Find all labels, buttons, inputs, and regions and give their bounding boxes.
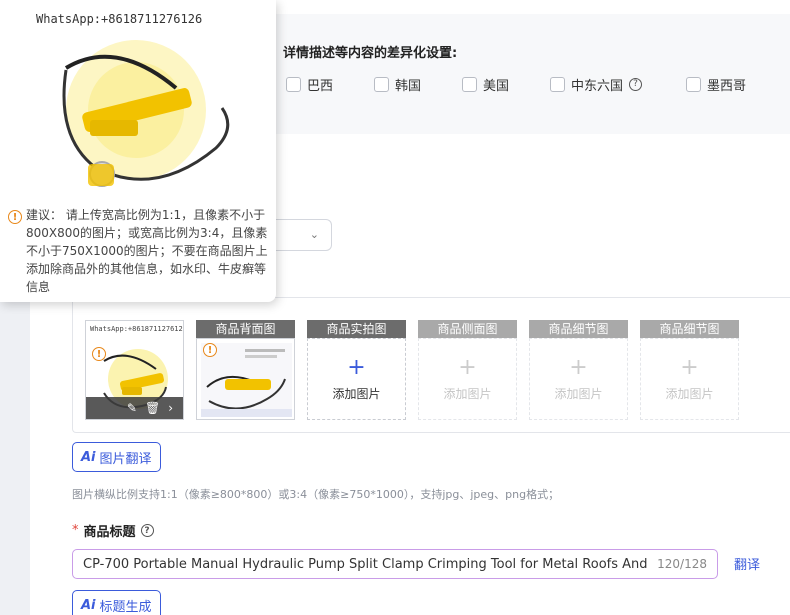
region-option-label: 韩国	[395, 78, 422, 94]
slot-title: 商品实拍图	[307, 320, 406, 338]
slot-title: 商品背面图	[196, 320, 295, 338]
usa-checkbox[interactable]	[462, 76, 477, 92]
warning-icon: !	[8, 210, 22, 224]
region-option-brazil[interactable]: 巴西	[286, 74, 333, 94]
region-option-middle-east[interactable]: 中东六国 ?	[550, 74, 643, 94]
image-translate-button[interactable]: Ai 图片翻译	[72, 442, 161, 472]
region-option-label: 墨西哥	[707, 78, 747, 94]
image-slot-detail-2: 商品细节图 + 添加图片	[640, 320, 739, 420]
plus-icon: +	[680, 354, 699, 380]
tooltip-advice: 建议： 请上传宽高比例为1:1，且像素不小于800X800的图片；或宽高比例为3…	[26, 208, 268, 294]
add-image-label: 添加图片	[554, 386, 603, 401]
ai-icon: Ai	[81, 449, 96, 465]
slot-title: 商品细节图	[640, 320, 739, 338]
product-title-input[interactable]: CP-700 Portable Manual Hydraulic Pump Sp…	[72, 549, 718, 579]
image-preview-tooltip: WhatsApp:+8618711276126 ! 建议： 请上传宽高比例为1:…	[0, 0, 276, 302]
region-option-label: 美国	[483, 78, 510, 94]
char-count: 120/128	[657, 557, 707, 571]
add-image-label: 添加图片	[443, 386, 492, 401]
title-generate-label: 标题生成	[99, 599, 152, 615]
region-option-mexico[interactable]: 墨西哥	[686, 74, 746, 94]
main-image-thumb[interactable]: WhatsApp:+8618711276126 ! ✎ 🗑 ›	[85, 320, 184, 420]
slot-title: 商品侧面图	[418, 320, 517, 338]
image-slot-side: 商品侧面图 + 添加图片	[418, 320, 517, 420]
add-image-dropzone: + 添加图片	[418, 338, 517, 420]
region-settings-title: 详情描述等内容的差异化设置:	[283, 46, 458, 61]
product-title-text: 商品标题	[83, 525, 136, 540]
mexico-checkbox[interactable]	[686, 76, 701, 92]
thumb-toolbar: ✎ 🗑 ›	[86, 397, 183, 419]
chevron-right-icon[interactable]: ›	[168, 401, 173, 415]
image-slot-detail-1: 商品细节图 + 添加图片	[529, 320, 628, 420]
help-icon[interactable]: ?	[629, 77, 643, 91]
image-slot-back[interactable]: 商品背面图 !	[196, 320, 295, 420]
chevron-down-icon: ⌄	[309, 228, 319, 241]
product-title-value[interactable]: CP-700 Portable Manual Hydraulic Pump Sp…	[83, 557, 649, 572]
korea-checkbox[interactable]	[374, 76, 389, 92]
required-mark: *	[72, 523, 79, 538]
plus-icon: +	[347, 354, 366, 380]
image-format-hint: 图片横纵比例支持1:1（像素≥800*800）或3:4（像素≥750*1000）…	[72, 488, 560, 501]
delete-icon[interactable]: 🗑	[145, 401, 160, 415]
region-option-usa[interactable]: 美国	[462, 74, 509, 94]
plus-icon: +	[569, 354, 588, 380]
add-image-dropzone[interactable]: + 添加图片	[307, 338, 406, 420]
region-option-korea[interactable]: 韩国	[374, 74, 421, 94]
add-image-dropzone: + 添加图片	[529, 338, 628, 420]
plus-icon: +	[458, 354, 477, 380]
warning-icon: !	[92, 347, 106, 361]
region-option-label: 巴西	[307, 78, 334, 94]
add-image-label: 添加图片	[665, 386, 714, 401]
title-generate-button[interactable]: Ai 标题生成	[72, 590, 161, 615]
brazil-checkbox[interactable]	[286, 76, 301, 92]
add-image-label: 添加图片	[332, 386, 381, 401]
slot-title: 商品细节图	[529, 320, 628, 338]
back-image-thumb[interactable]: !	[196, 338, 295, 420]
region-option-label: 中东六国	[571, 78, 624, 94]
add-image-dropzone: + 添加图片	[640, 338, 739, 420]
image-slot-real-photo[interactable]: 商品实拍图 + 添加图片	[307, 320, 406, 420]
edit-icon[interactable]: ✎	[127, 401, 137, 415]
product-title-label: * 商品标题 ?	[72, 521, 154, 540]
ai-icon: Ai	[81, 597, 96, 613]
middle-east-checkbox[interactable]	[550, 76, 565, 92]
translate-link[interactable]: 翻译	[734, 554, 760, 573]
warning-icon: !	[203, 343, 217, 357]
image-translate-label: 图片翻译	[99, 451, 152, 467]
pump-preview-image	[62, 40, 230, 187]
help-icon[interactable]: ?	[140, 524, 154, 537]
